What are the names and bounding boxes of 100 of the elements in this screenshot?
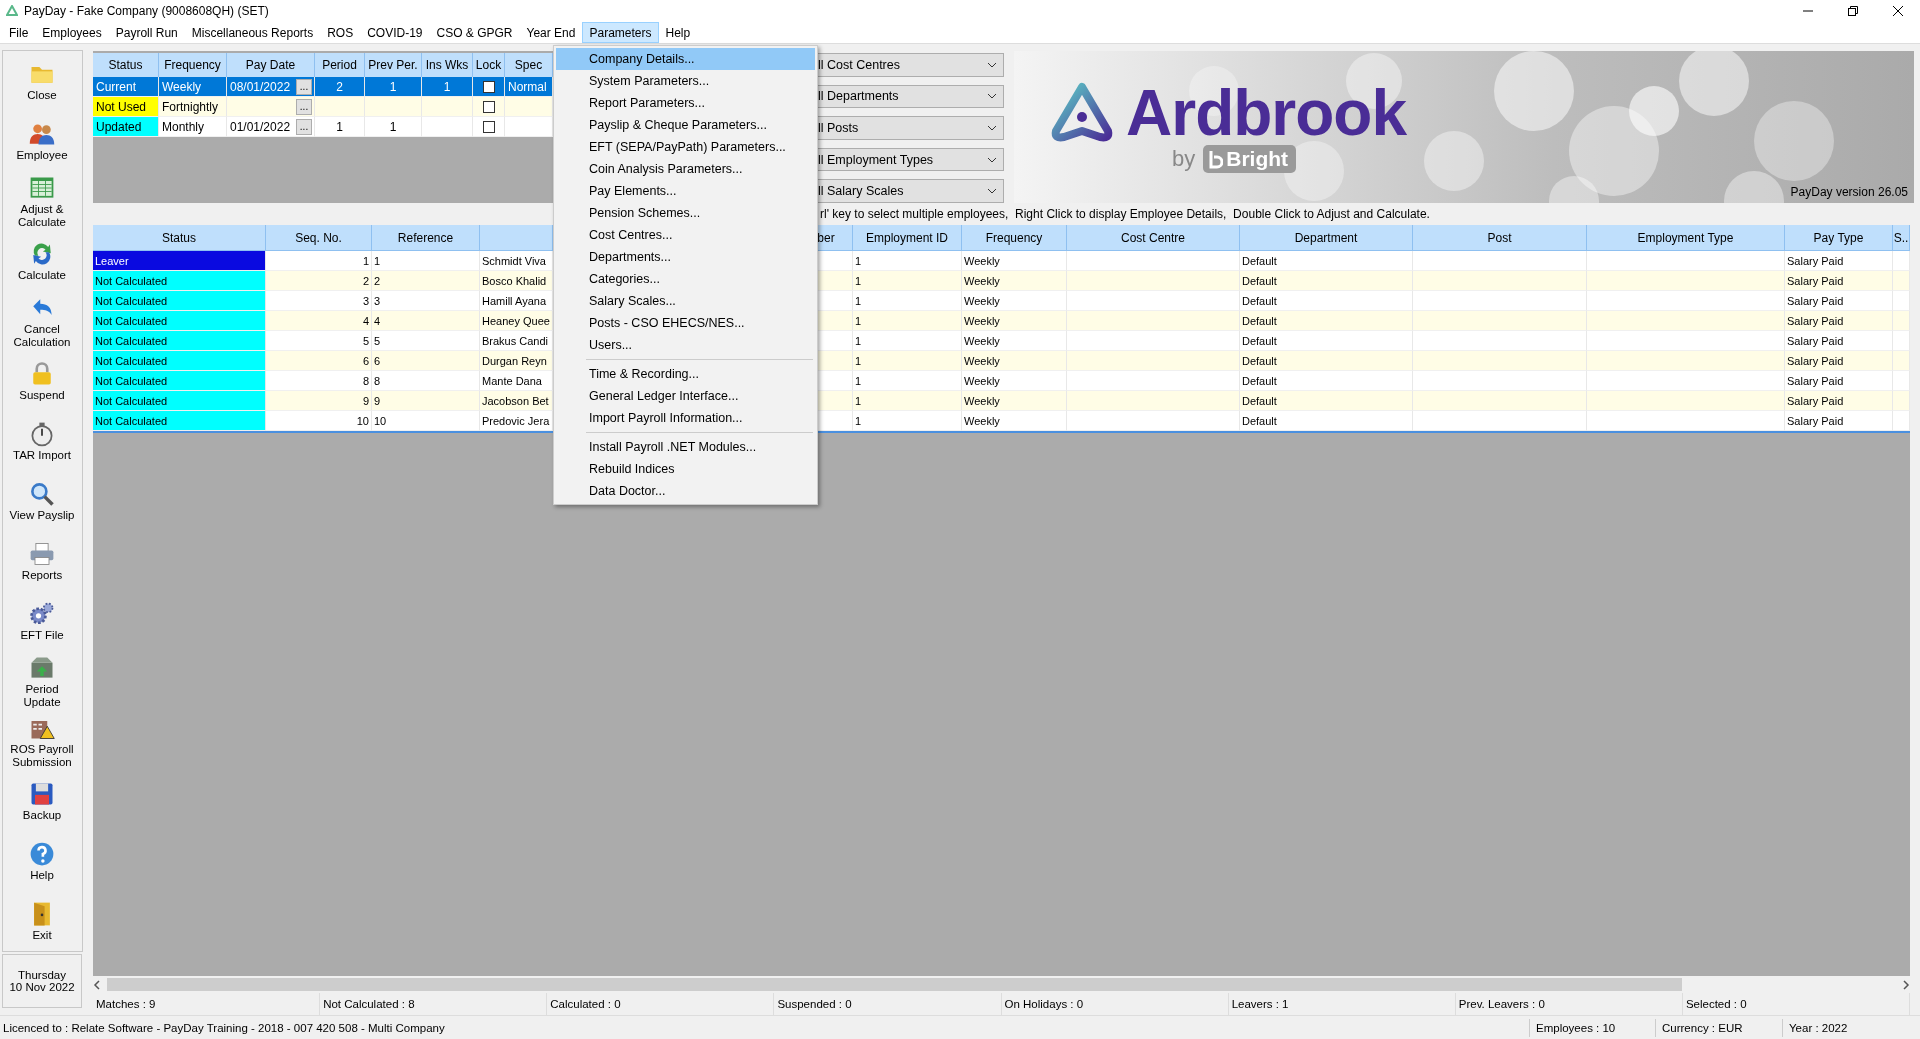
sidebar-button[interactable]: Calculate [3,231,81,291]
menu-item[interactable]: Pension Schemes... [556,202,815,224]
column-header[interactable]: Reference [372,225,480,251]
column-header[interactable]: Cost Centre [1067,225,1240,251]
column-header[interactable]: Period [315,53,365,78]
column-header[interactable]: Employment ID [853,225,962,251]
menu-item[interactable]: Employees [35,22,109,43]
menu-item[interactable]: Pay Elements... [556,180,815,202]
table-cell: 2 [372,271,480,291]
menu-item[interactable]: Time & Recording... [556,363,815,385]
table-cell: Durgan Reyn [480,351,553,371]
sidebar-button[interactable]: TAR Import [3,411,81,471]
menu-item[interactable]: Posts - CSO EHECS/NES... [556,312,815,334]
table-cell: 1 [422,77,473,97]
column-header[interactable]: Ins Wks [422,53,473,78]
sidebar-button[interactable]: EFT File [3,591,81,651]
sidebar-button[interactable]: Period Update [3,651,81,711]
filter-dropdown[interactable]: ll Salary Scales [818,179,1004,203]
sidebar-button[interactable]: Exit [3,891,81,951]
sidebar-button[interactable]: Employee [3,111,81,171]
sidebar-button[interactable]: Adjust & Calculate [3,171,81,231]
table-cell: Weekly [962,411,1067,431]
menu-item[interactable]: Payslip & Cheque Parameters... [556,114,815,136]
column-header[interactable]: S.. [1893,225,1910,251]
table-cell: 1 [853,371,962,391]
lock-checkbox[interactable] [482,120,495,133]
menu-item[interactable]: ROS [320,22,361,43]
table-cell: Default [1240,351,1413,371]
summary-count: Not Calculated : 8 [323,998,415,1010]
table-cell: Salary Paid [1785,391,1893,411]
menu-item[interactable]: File [2,22,36,43]
table-cell: Default [1240,391,1413,411]
scroll-left-icon[interactable] [93,979,101,990]
menu-item[interactable]: Company Details... [556,48,815,70]
sidebar-button[interactable]: Close [3,51,81,111]
menu-item[interactable]: Rebuild Indices [556,458,815,480]
column-header[interactable]: Department [1240,225,1413,251]
scroll-right-icon[interactable] [1902,979,1910,990]
status-cell: Not Calculated [93,291,266,311]
menu-item[interactable]: Categories... [556,268,815,290]
filter-dropdown[interactable]: ll Posts [818,116,1004,140]
table-cell: Weekly [962,311,1067,331]
menu-item[interactable]: EFT (SEPA/PayPath) Parameters... [556,136,815,158]
filter-dropdown[interactable]: ll Departments [818,84,1004,109]
column-header[interactable]: Frequency [159,53,227,78]
menu-item[interactable]: Payroll Run [108,22,185,43]
menu-item[interactable]: Coin Analysis Parameters... [556,158,815,180]
summary-count: Prev. Leavers : 0 [1458,998,1545,1010]
column-header[interactable]: Status [93,225,266,251]
menu-item[interactable]: Install Payroll .NET Modules... [556,436,815,458]
table-cell: 1 [372,251,480,271]
menu-item[interactable]: COVID-19 [360,22,430,43]
lock-checkbox[interactable] [482,100,495,113]
menu-item[interactable]: Salary Scales... [556,290,815,312]
filter-dropdown[interactable]: ll Employment Types [818,147,1004,172]
date-picker-button[interactable]: ... [296,118,312,135]
table-cell: Default [1240,371,1413,391]
sidebar-button[interactable]: Suspend [3,351,81,411]
sidebar-button[interactable]: ROS Payroll Submission [3,711,81,771]
menu-item[interactable]: General Ledger Interface... [556,385,815,407]
table-cell: 4 [372,311,480,331]
lock-checkbox[interactable] [482,80,495,93]
status-cell: Leaver [93,251,266,271]
column-header[interactable]: Seq. No. [266,225,372,251]
column-header[interactable]: Status [93,53,159,78]
menu-item[interactable]: Help [658,22,698,43]
table-cell: 4 [266,311,372,331]
menu-item[interactable]: Parameters [582,22,659,43]
menu-item[interactable]: Year End [519,22,583,43]
close-icon [1892,6,1903,16]
menu-item[interactable]: System Parameters... [556,70,815,92]
scrollbar-thumb[interactable] [107,978,1682,991]
date-picker-button[interactable]: ... [296,98,312,115]
hint-text: rl' key to select multiple employees, Right Click to display Employee Details, Double Click to Adjust and Calculate. [820,207,1430,221]
menu-item[interactable]: Data Doctor... [556,480,815,502]
menu-item[interactable]: Users... [556,334,815,356]
column-header[interactable]: Frequency [962,225,1067,251]
date-picker-button[interactable]: ... [296,78,312,95]
column-header[interactable]: Pay Type [1785,225,1893,251]
column-header[interactable]: Spec [505,53,553,78]
menu-item[interactable]: Import Payroll Information... [556,407,815,429]
column-header[interactable]: Prev Per. [365,53,422,78]
column-header[interactable]: Pay Date [227,53,315,78]
sidebar-button[interactable]: View Payslip [3,471,81,531]
table-cell: Mante Dana [480,371,553,391]
sidebar-button[interactable]: Help [3,831,81,891]
sidebar-button[interactable]: Backup [3,771,81,831]
menu-item[interactable]: Report Parameters... [556,92,815,114]
menu-item[interactable]: CSO & GPGR [429,22,520,43]
table-cell: 9 [266,391,372,411]
sidebar-button[interactable]: Reports [3,531,81,591]
column-header[interactable]: Post [1413,225,1587,251]
column-header[interactable]: Lock [473,53,505,78]
table-cell: Predovic Jera [480,411,553,431]
filter-dropdown[interactable]: ll Cost Centres [818,53,1004,77]
menu-item[interactable]: Miscellaneous Reports [184,22,321,43]
sidebar-button[interactable]: Cancel Calculation [3,291,81,351]
column-header[interactable]: Employment Type [1587,225,1785,251]
status-cell: Not Calculated [93,271,266,291]
date-text: 01/01/2022 [230,119,291,134]
